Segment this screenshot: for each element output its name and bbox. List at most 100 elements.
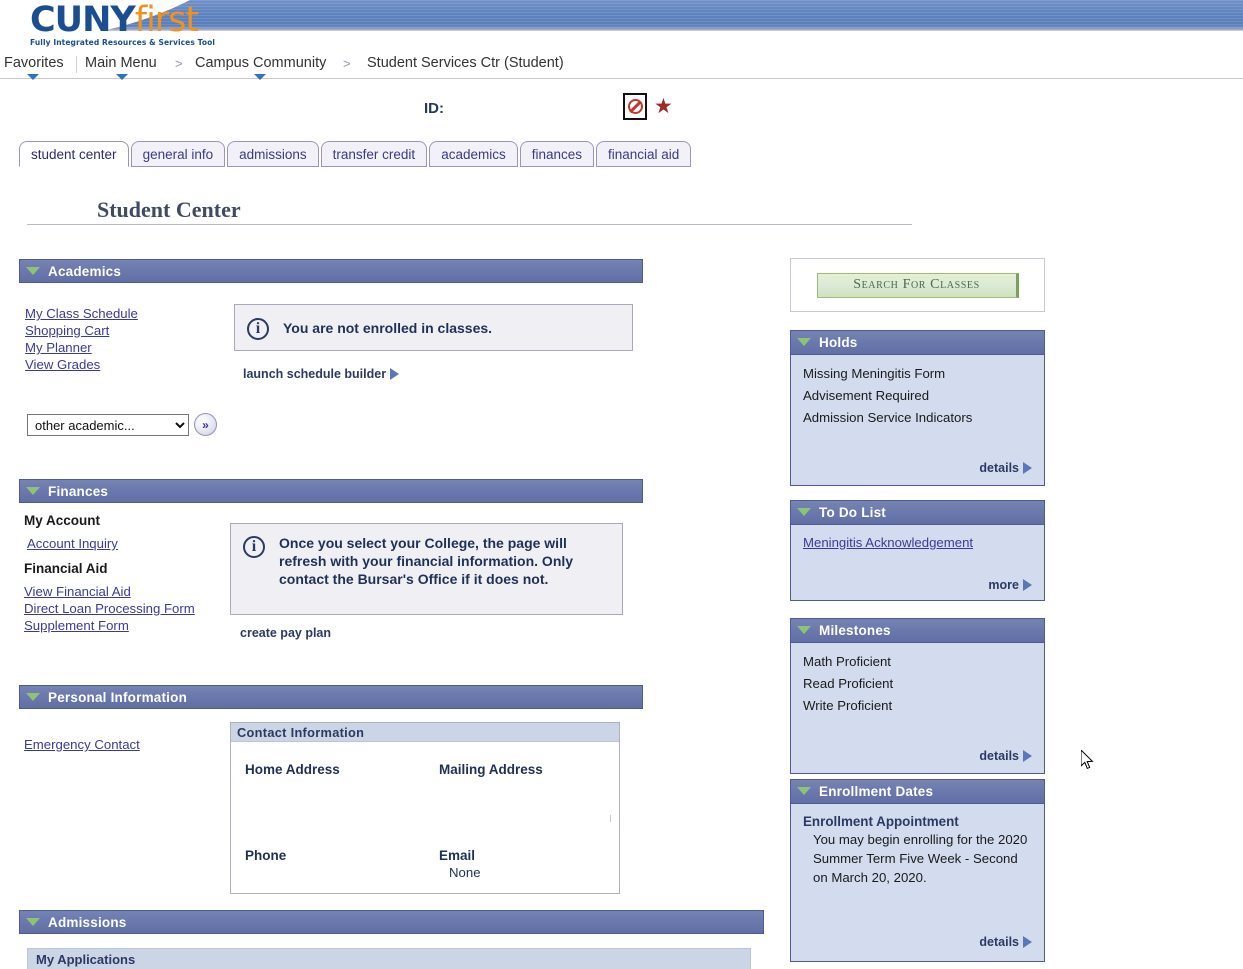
no-entry-icon[interactable] bbox=[623, 93, 647, 120]
phone-label: Phone bbox=[245, 848, 287, 863]
milestones-panel-title: Milestones bbox=[819, 623, 891, 638]
collapse-caret-icon[interactable] bbox=[26, 266, 40, 275]
logo-first-text: first bbox=[134, 0, 199, 40]
collapse-caret-icon[interactable] bbox=[26, 917, 40, 926]
milestones-details-label: details bbox=[979, 749, 1019, 763]
todo-list-panel-header[interactable]: To Do List bbox=[791, 501, 1044, 525]
launch-schedule-builder-label: launch schedule builder bbox=[243, 367, 387, 381]
link-emergency-contact[interactable]: Emergency Contact bbox=[24, 737, 140, 752]
search-for-classes-button[interactable]: Search For Classes bbox=[816, 272, 1019, 298]
milestone-item: Read Proficient bbox=[803, 676, 894, 691]
info-icon: i bbox=[247, 317, 269, 340]
link-account-inquiry[interactable]: Account Inquiry bbox=[27, 536, 118, 551]
cunyfirst-logo[interactable]: CUNYfirst Fully Integrated Resources & S… bbox=[30, 2, 280, 50]
collapse-caret-icon[interactable] bbox=[797, 508, 811, 516]
arrow-right-icon bbox=[1023, 462, 1032, 474]
section-header-admissions[interactable]: Admissions bbox=[19, 910, 764, 934]
mailing-address-label: Mailing Address bbox=[439, 762, 543, 777]
not-enrolled-message-text: You are not enrolled in classes. bbox=[283, 319, 493, 336]
breadcrumb-current-page: Student Services Ctr (Student) bbox=[367, 55, 564, 71]
academics-links: My Class Schedule Shopping Cart My Plann… bbox=[25, 305, 225, 373]
holds-details-link[interactable]: details bbox=[979, 461, 1032, 475]
collapse-caret-icon[interactable] bbox=[797, 787, 811, 795]
logo-cuny-text: CUNY bbox=[30, 0, 136, 40]
page-title-rule bbox=[27, 224, 912, 225]
milestones-panel-header[interactable]: Milestones bbox=[791, 619, 1044, 643]
holds-panel-title: Holds bbox=[819, 335, 858, 350]
todo-more-label: more bbox=[988, 578, 1019, 592]
milestone-item: Write Proficient bbox=[803, 698, 893, 713]
my-applications-header: My Applications bbox=[27, 948, 751, 969]
go-button[interactable]: » bbox=[194, 413, 217, 436]
enrollment-appointment-title: Enrollment Appointment bbox=[803, 814, 959, 829]
not-enrolled-message: i You are not enrolled in classes. bbox=[234, 304, 633, 351]
breadcrumb-divider bbox=[76, 56, 77, 73]
breadcrumb-favorites[interactable]: Favorites bbox=[4, 55, 64, 71]
enrollment-appointment-text: You may begin enrolling for the 2020 Sum… bbox=[813, 832, 1028, 885]
breadcrumb-main-menu[interactable]: Main Menu bbox=[85, 55, 157, 71]
contact-information-panel: Contact Information Home Address Mailing… bbox=[230, 722, 620, 894]
search-for-classes-container: Search For Classes bbox=[790, 258, 1045, 312]
section-header-personal-information[interactable]: Personal Information bbox=[19, 685, 643, 709]
enrollment-dates-panel: Enrollment Dates Enrollment Appointment … bbox=[790, 779, 1045, 962]
enrollment-dates-panel-title: Enrollment Dates bbox=[819, 784, 934, 799]
section-title-admissions: Admissions bbox=[48, 914, 127, 930]
section-header-finances[interactable]: Finances bbox=[19, 479, 643, 503]
email-value: None bbox=[449, 865, 481, 880]
link-view-financial-aid[interactable]: View Financial Aid bbox=[24, 583, 229, 600]
holds-panel-header[interactable]: Holds bbox=[791, 331, 1044, 355]
enrollment-details-label: details bbox=[979, 935, 1019, 949]
link-direct-loan-processing-form[interactable]: Direct Loan Processing Form bbox=[24, 600, 229, 617]
tab-student-center[interactable]: student center bbox=[19, 141, 129, 167]
link-meningitis-acknowledgement[interactable]: Meningitis Acknowledgement bbox=[803, 535, 973, 550]
logo-tagline: Fully Integrated Resources & Services To… bbox=[30, 38, 216, 47]
panel-tick-mark bbox=[610, 815, 611, 822]
campus-community-dropdown-arrow-icon[interactable] bbox=[254, 74, 266, 80]
info-icon: i bbox=[243, 536, 265, 558]
milestones-details-link[interactable]: details bbox=[979, 749, 1032, 763]
arrow-right-icon bbox=[1023, 750, 1032, 762]
milestones-panel: Milestones Math Proficient Read Proficie… bbox=[790, 618, 1045, 774]
home-address-label: Home Address bbox=[245, 762, 340, 777]
arrow-right-icon bbox=[390, 368, 400, 380]
collapse-caret-icon[interactable] bbox=[797, 626, 811, 634]
hold-item: Admission Service Indicators bbox=[803, 410, 973, 425]
link-view-grades[interactable]: View Grades bbox=[25, 356, 225, 373]
tab-bar: student center general info admissions tran… bbox=[19, 141, 693, 169]
tab-financial-aid[interactable]: financial aid bbox=[596, 141, 692, 167]
arrow-right-icon bbox=[1023, 936, 1032, 948]
star-icon[interactable]: ★ bbox=[654, 96, 673, 117]
tab-admissions[interactable]: admissions bbox=[227, 141, 319, 167]
other-academic-select[interactable]: other academic... bbox=[27, 414, 189, 436]
favorites-dropdown-arrow-icon[interactable] bbox=[27, 74, 39, 80]
section-header-academics[interactable]: Academics bbox=[19, 259, 643, 283]
launch-schedule-builder-link[interactable]: launch schedule builder bbox=[243, 367, 400, 381]
link-my-class-schedule[interactable]: My Class Schedule bbox=[25, 305, 225, 322]
contact-information-title: Contact Information bbox=[231, 723, 619, 742]
section-title-academics: Academics bbox=[48, 263, 122, 279]
tab-finances[interactable]: finances bbox=[519, 141, 595, 167]
enrollment-dates-panel-header[interactable]: Enrollment Dates bbox=[791, 780, 1044, 804]
breadcrumb-separator-2: > bbox=[343, 56, 351, 71]
link-supplement-form[interactable]: Supplement Form bbox=[24, 617, 229, 634]
tab-academics[interactable]: academics bbox=[429, 141, 518, 167]
todo-list-panel: To Do List Meningitis Acknowledgement mo… bbox=[790, 500, 1045, 601]
holds-details-label: details bbox=[979, 461, 1019, 475]
collapse-caret-icon[interactable] bbox=[797, 338, 811, 346]
link-my-planner[interactable]: My Planner bbox=[25, 339, 225, 356]
todo-more-link[interactable]: more bbox=[988, 578, 1032, 592]
holds-panel: Holds Missing Meningitis Form Advisement… bbox=[790, 330, 1045, 486]
mouse-cursor bbox=[1080, 748, 1095, 776]
collapse-caret-icon[interactable] bbox=[26, 486, 40, 495]
enrollment-details-link[interactable]: details bbox=[979, 935, 1032, 949]
breadcrumb-campus-community[interactable]: Campus Community bbox=[195, 55, 326, 71]
hold-item: Advisement Required bbox=[803, 388, 930, 403]
tab-transfer-credit[interactable]: transfer credit bbox=[320, 141, 428, 167]
collapse-caret-icon[interactable] bbox=[26, 692, 40, 701]
finances-message-text: Once you select your College, the page w… bbox=[279, 535, 574, 587]
link-shopping-cart[interactable]: Shopping Cart bbox=[25, 322, 225, 339]
create-pay-plan-link[interactable]: create pay plan bbox=[240, 626, 331, 640]
main-menu-dropdown-arrow-icon[interactable] bbox=[116, 74, 128, 80]
hold-item: Missing Meningitis Form bbox=[803, 366, 946, 381]
tab-general-info[interactable]: general info bbox=[130, 141, 226, 167]
